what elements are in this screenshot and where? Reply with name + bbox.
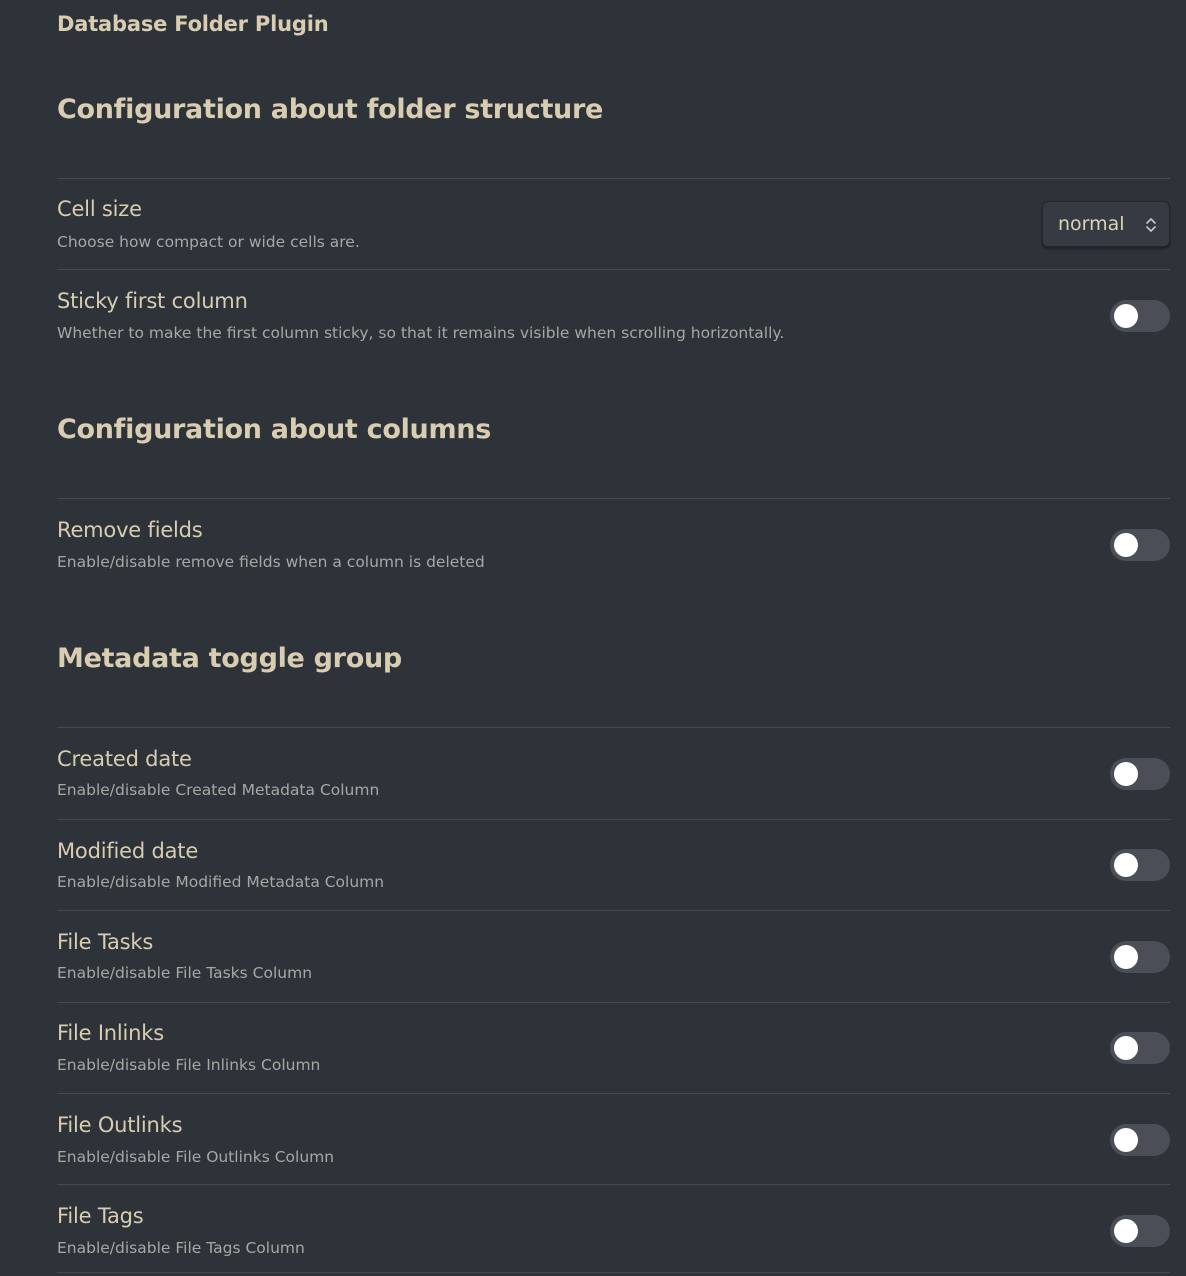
- setting-description: Enable/disable Modified Metadata Column: [57, 873, 385, 891]
- divider: [57, 1272, 1170, 1273]
- toggle-knob: [1114, 853, 1138, 877]
- toggle-knob: [1114, 1219, 1138, 1243]
- toggle-knob: [1114, 304, 1138, 328]
- setting-name: File Tags: [57, 1204, 144, 1228]
- chevron-up-down-icon: [1146, 218, 1156, 232]
- setting-name: File Outlinks: [57, 1113, 183, 1137]
- modified-date-toggle[interactable]: [1110, 849, 1170, 881]
- setting-name: Cell size: [57, 197, 142, 221]
- toggle-knob: [1114, 533, 1138, 557]
- toggle-knob: [1114, 1036, 1138, 1060]
- setting-description: Whether to make the first column sticky,…: [57, 324, 785, 342]
- setting-description: Choose how compact or wide cells are.: [57, 233, 360, 251]
- setting-name: Remove fields: [57, 518, 203, 542]
- setting-name: Created date: [57, 747, 192, 771]
- file-outlinks-toggle[interactable]: [1110, 1124, 1170, 1156]
- sticky-first-column-toggle[interactable]: [1110, 300, 1170, 332]
- setting-file-outlinks: File Outlinks Enable/disable File Outlin…: [57, 1093, 1170, 1185]
- file-tags-toggle[interactable]: [1110, 1215, 1170, 1247]
- setting-name: Modified date: [57, 839, 199, 863]
- settings-page: Database Folder Plugin Configuration abo…: [0, 0, 1186, 1276]
- setting-file-tags: File Tags Enable/disable File Tags Colum…: [57, 1184, 1170, 1272]
- setting-description: Enable/disable remove fields when a colu…: [57, 553, 485, 571]
- toggle-knob: [1114, 945, 1138, 969]
- setting-name: File Inlinks: [57, 1021, 164, 1045]
- setting-remove-fields: Remove fields Enable/disable remove fiel…: [57, 498, 1170, 590]
- dropdown-value: normal: [1058, 213, 1125, 235]
- setting-file-inlinks: File Inlinks Enable/disable File Inlinks…: [57, 1002, 1170, 1093]
- section-heading-metadata: Metadata toggle group: [57, 643, 402, 674]
- setting-name: File Tasks: [57, 930, 154, 954]
- file-inlinks-toggle[interactable]: [1110, 1032, 1170, 1064]
- section-heading-columns: Configuration about columns: [57, 414, 491, 445]
- toggle-knob: [1114, 762, 1138, 786]
- setting-description: Enable/disable Created Metadata Column: [57, 781, 380, 799]
- remove-fields-toggle[interactable]: [1110, 529, 1170, 561]
- setting-sticky-first-column: Sticky first column Whether to make the …: [57, 269, 1170, 359]
- file-tasks-toggle[interactable]: [1110, 941, 1170, 973]
- toggle-knob: [1114, 1128, 1138, 1152]
- section-heading-folder-structure: Configuration about folder structure: [57, 94, 604, 125]
- cell-size-dropdown[interactable]: normal: [1042, 201, 1170, 247]
- setting-description: Enable/disable File Tasks Column: [57, 964, 313, 982]
- setting-created-date: Created date Enable/disable Created Meta…: [57, 727, 1170, 819]
- setting-name: Sticky first column: [57, 289, 248, 313]
- setting-description: Enable/disable File Inlinks Column: [57, 1056, 321, 1074]
- setting-file-tasks: File Tasks Enable/disable File Tasks Col…: [57, 910, 1170, 1002]
- setting-cell-size: Cell size Choose how compact or wide cel…: [57, 178, 1170, 270]
- setting-description: Enable/disable File Outlinks Column: [57, 1148, 335, 1166]
- setting-description: Enable/disable File Tags Column: [57, 1239, 305, 1257]
- plugin-title: Database Folder Plugin: [57, 12, 329, 36]
- created-date-toggle[interactable]: [1110, 758, 1170, 790]
- setting-modified-date: Modified date Enable/disable Modified Me…: [57, 819, 1170, 911]
